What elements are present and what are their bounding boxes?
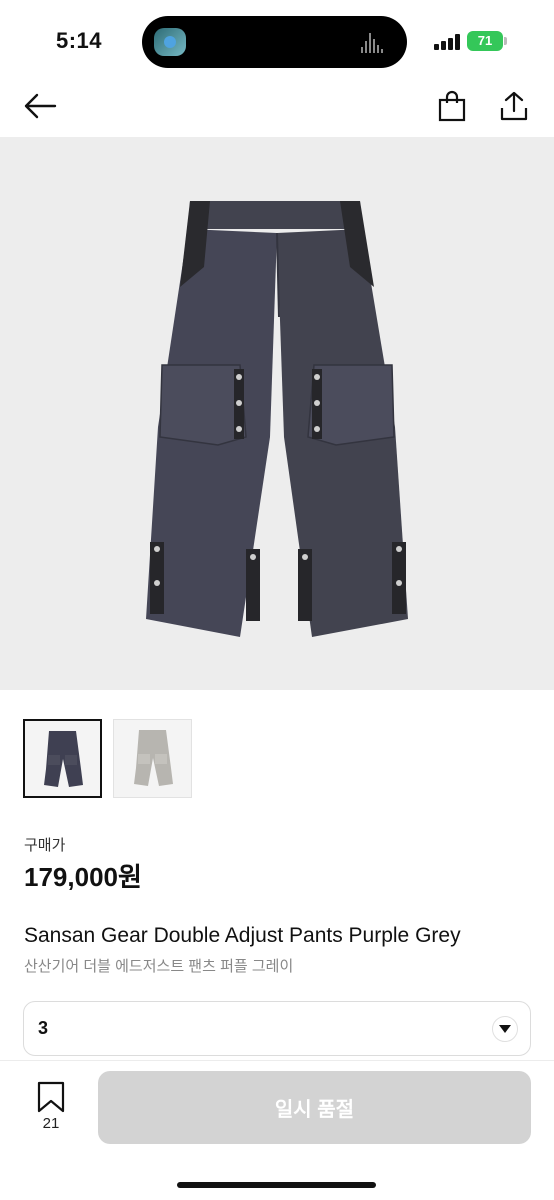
- price-label: 구매가: [24, 837, 66, 854]
- thumbnail-purple-grey[interactable]: [23, 719, 102, 798]
- battery-icon: 71: [467, 31, 503, 51]
- bookmark-count: 21: [42, 1115, 60, 1132]
- live-activity-icon: [154, 28, 186, 56]
- share-icon: [500, 91, 528, 121]
- shopping-bag-icon: [438, 90, 466, 122]
- bookmark-icon: [37, 1081, 65, 1113]
- product-name-english: Sansan Gear Double Adjust Pants Purple G…: [24, 924, 461, 947]
- chevron-down-icon[interactable]: [492, 1016, 518, 1042]
- battery-tip: [504, 37, 507, 45]
- home-indicator: [177, 1182, 376, 1188]
- soldout-button[interactable]: 일시 품절: [98, 1071, 531, 1144]
- top-navigation: [0, 80, 554, 136]
- audio-waveform-icon: [361, 31, 387, 53]
- pants-thumbnail-image: [134, 730, 173, 786]
- product-name-korean: 산산기어 더블 에드저스트 팬츠 퍼플 그레이: [24, 958, 294, 975]
- shopping-bag-button[interactable]: [432, 86, 472, 126]
- size-selected-value: 3: [38, 1018, 49, 1038]
- bottom-action-bar: 21 일시 품절: [0, 1060, 554, 1200]
- back-button[interactable]: [20, 86, 60, 126]
- share-button[interactable]: [494, 86, 534, 126]
- cellular-signal-icon: [434, 34, 460, 50]
- dynamic-island: [142, 16, 407, 68]
- arrow-left-icon: [24, 93, 57, 119]
- thumbnail-grey[interactable]: [113, 719, 192, 798]
- price-value: 179,000원: [24, 862, 142, 892]
- product-image[interactable]: [0, 137, 554, 690]
- pants-product-image: [146, 201, 408, 637]
- pants-thumbnail-image: [44, 731, 83, 787]
- status-time: 5:14: [56, 28, 103, 53]
- status-bar: 5:14 71: [0, 0, 554, 80]
- bookmark-button[interactable]: 21: [30, 1081, 72, 1141]
- size-select[interactable]: 3: [23, 1001, 531, 1056]
